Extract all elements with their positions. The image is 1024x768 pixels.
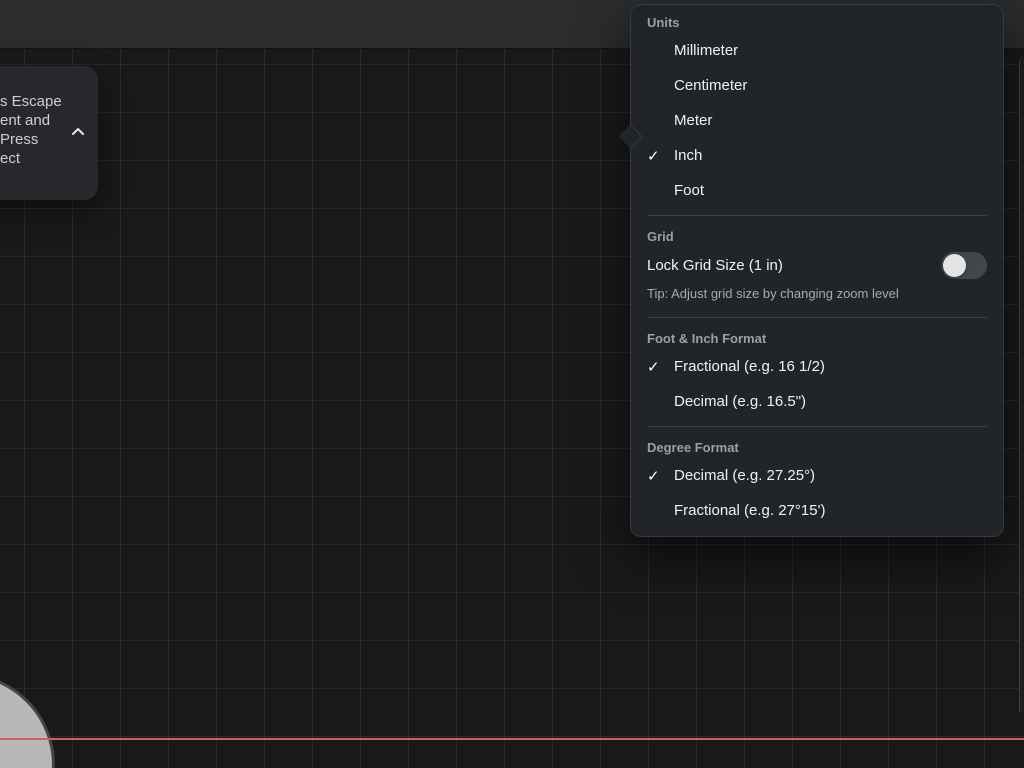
menu-item-label: Meter	[674, 112, 713, 129]
toggle-knob	[943, 253, 966, 277]
check-icon: ✓	[647, 358, 660, 376]
right-panel-edge	[1019, 57, 1024, 712]
chevron-up-icon[interactable]	[70, 124, 86, 140]
section-header-foot-inch-format: Foot & Inch Format	[647, 331, 767, 346]
menu-item-label: Centimeter	[674, 77, 748, 94]
menu-item-inch[interactable]: ✓ Inch	[631, 138, 1003, 173]
menu-item-label: Decimal (e.g. 27.25°)	[674, 467, 816, 484]
hint-line: Press	[0, 131, 39, 148]
menu-item-decimal-inch[interactable]: Decimal (e.g. 16.5")	[631, 384, 1003, 419]
menu-item-fractional-degree[interactable]: Fractional (e.g. 27°15')	[631, 493, 1003, 528]
hint-text: s Escape ent and Press ect	[0, 92, 78, 168]
menu-item-centimeter[interactable]: Centimeter	[631, 68, 1003, 103]
grid-tip-text: Tip: Adjust grid size by changing zoom l…	[647, 286, 899, 301]
hint-line: s Escape	[0, 93, 62, 110]
menu-item-label: Fractional (e.g. 16 1/2)	[674, 358, 825, 375]
menu-item-label: Millimeter	[674, 42, 739, 59]
hint-line: ent and	[0, 112, 51, 129]
units-settings-popup: Units Millimeter Centimeter Meter ✓ Inch…	[618, 4, 1004, 537]
separator	[647, 215, 987, 216]
menu-item-label: Fractional (e.g. 27°15')	[674, 502, 826, 519]
check-icon: ✓	[647, 467, 660, 485]
lock-grid-size-toggle[interactable]	[941, 251, 987, 279]
menu-item-label: Inch	[674, 147, 703, 164]
separator	[647, 317, 987, 318]
menu-item-label: Foot	[674, 182, 705, 199]
menu-item-foot[interactable]: Foot	[631, 173, 1003, 208]
lock-grid-size-label: Lock Grid Size (1 in)	[647, 256, 783, 274]
menu-item-decimal-degree[interactable]: ✓ Decimal (e.g. 27.25°)	[631, 458, 1003, 493]
hint-panel: s Escape ent and Press ect	[0, 66, 98, 200]
menu-item-meter[interactable]: Meter	[631, 103, 1003, 138]
red-guide-line[interactable]	[0, 738, 1024, 740]
section-header-grid: Grid	[647, 229, 674, 244]
section-header-units: Units	[647, 15, 680, 30]
section-header-degree-format: Degree Format	[647, 440, 739, 455]
menu-item-fractional-inch[interactable]: ✓ Fractional (e.g. 16 1/2)	[631, 349, 1003, 384]
hint-line: ect	[0, 150, 21, 167]
menu-item-label: Decimal (e.g. 16.5")	[674, 393, 807, 410]
check-icon: ✓	[647, 147, 660, 165]
lock-grid-size-row: Lock Grid Size (1 in)	[631, 247, 1003, 283]
menu-item-millimeter[interactable]: Millimeter	[631, 33, 1003, 68]
separator	[647, 426, 987, 427]
